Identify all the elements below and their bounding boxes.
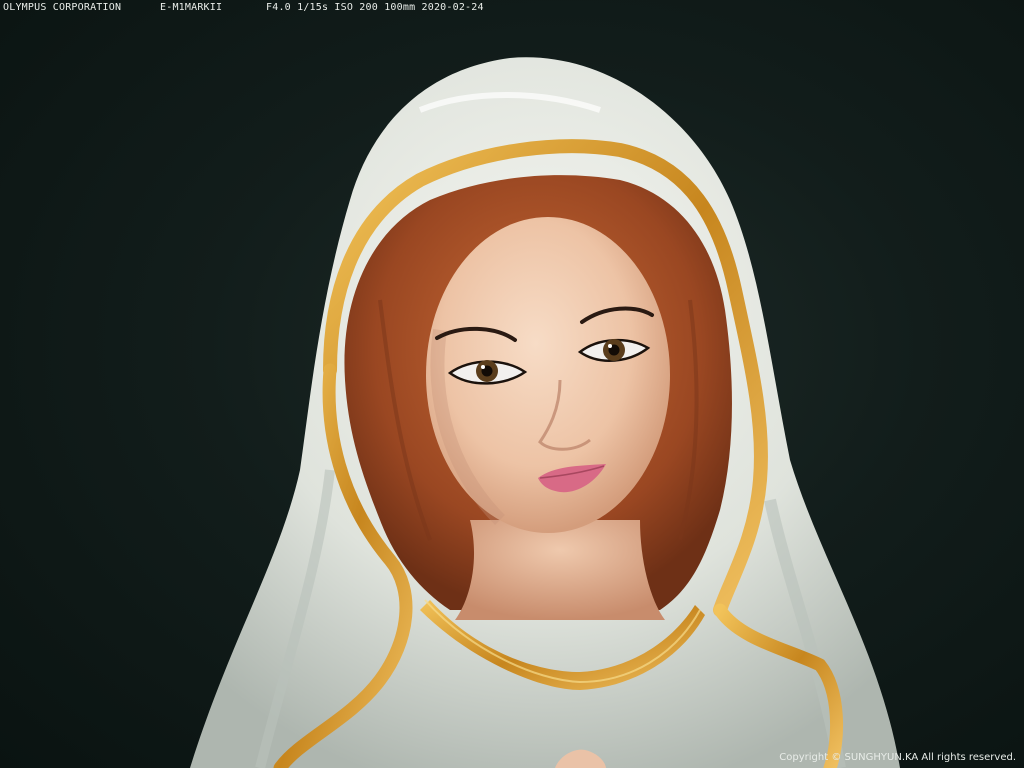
- camera-maker: OLYMPUS CORPORATION: [3, 2, 122, 13]
- photo-frame: OLYMPUS CORPORATION E-M1MARKII F4.0 1/15…: [0, 0, 1024, 768]
- copyright-watermark: Copyright © SUNGHYUN.KA All rights reser…: [779, 752, 1016, 763]
- camera-model: E-M1MARKII: [160, 2, 223, 13]
- statue-photo: [190, 57, 900, 768]
- neck: [455, 520, 665, 620]
- exposure-settings: F4.0 1/15s ISO 200 100mm 2020-02-24: [266, 2, 484, 13]
